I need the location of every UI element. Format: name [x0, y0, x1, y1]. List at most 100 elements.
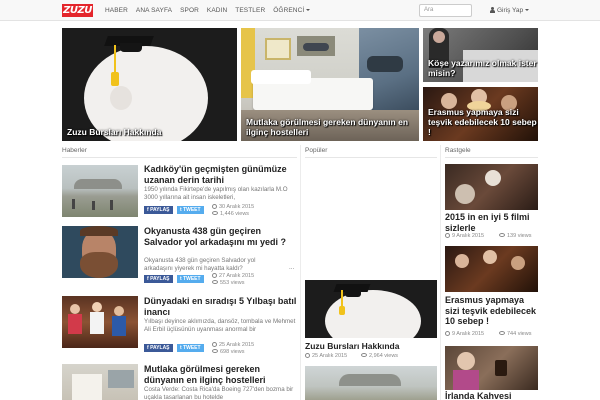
nav-item-kadin[interactable]: KADIN	[203, 0, 231, 21]
caret-down-icon	[525, 9, 530, 12]
clock-icon	[212, 342, 217, 347]
nav-item-ogrenci-label: ÖĞRENCİ	[273, 7, 305, 14]
column-separator	[300, 145, 301, 400]
news-date-label: 27 Aralık 2015	[219, 273, 255, 279]
hero-card-hostelleri[interactable]: Mutlaka görülmesi gereken dünyanın en il…	[241, 28, 419, 141]
facebook-share-button[interactable]: f PAYLAŞ	[144, 344, 173, 352]
popular-item[interactable]: Zuzu Bursları Hakkında 25 Aralık 2015 2,…	[305, 280, 437, 362]
divider	[445, 157, 538, 158]
random-date-label: 9 Aralık 2015	[452, 233, 485, 239]
random-item[interactable]: Erasmus yapmaya sizi teşvik edebilecek 1…	[445, 246, 538, 342]
column-separator	[440, 145, 441, 400]
random-views-label: 744 views	[507, 331, 532, 337]
clock-icon	[305, 353, 310, 358]
twitter-share-label: TWEET	[183, 207, 201, 213]
random-views-label: 139 views	[507, 233, 532, 239]
news-title[interactable]: Okyanusta 438 gün geçiren Salvador yol a…	[144, 226, 297, 247]
twitter-share-button[interactable]: t TWEET	[177, 206, 204, 214]
nav-item-spor[interactable]: SPOR	[176, 0, 203, 21]
random-title[interactable]: 2015 in en iyi 5 filmi sizlerle	[445, 212, 538, 233]
facebook-share-label: PAYLAŞ	[150, 345, 170, 351]
column-title-haberler: Haberler	[62, 147, 87, 154]
news-views-label: 553 views	[220, 280, 245, 286]
news-title[interactable]: Kadıköy'ün geçmişten günümüze uzanan der…	[144, 164, 297, 185]
random-title[interactable]: Erasmus yapmaya sizi teşvik edebilecek 1…	[445, 295, 538, 327]
eye-icon	[212, 211, 218, 215]
random-date-label: 9 Aralık 2015	[452, 331, 485, 337]
site-logo[interactable]: ZUZU	[62, 4, 93, 17]
column-title-rastgele: Rastgele	[445, 147, 471, 154]
news-views: 698 views	[212, 349, 244, 356]
hero-card-kose-yazarimiz[interactable]: Köşe yazarımız olmak ister misin?	[423, 28, 538, 82]
hero-image-piggy-bank	[62, 28, 237, 141]
news-thumbnail[interactable]	[62, 165, 138, 217]
news-title[interactable]: Mutlaka görülmesi gereken dünyanın en il…	[144, 364, 297, 385]
news-item[interactable]: Mutlaka görülmesi gereken dünyanın en il…	[62, 364, 297, 400]
news-views-label: 698 views	[220, 349, 245, 355]
news-date: 25 Aralık 2015	[212, 342, 254, 349]
news-date: 27 Aralık 2015	[212, 273, 254, 280]
twitter-share-button[interactable]: t TWEET	[177, 344, 204, 352]
news-item[interactable]: Kadıköy'ün geçmişten günümüze uzanan der…	[62, 164, 297, 222]
random-thumbnail[interactable]	[445, 164, 538, 210]
news-date: 30 Aralık 2015	[212, 204, 254, 211]
nav-item-ana-sayfa[interactable]: ANA SAYFA	[132, 0, 176, 21]
random-item[interactable]: İrlanda Kahvesi	[445, 346, 538, 400]
divider	[62, 157, 297, 158]
news-item[interactable]: Dünyadaki en sıradışı 5 Yılbaşı batıl in…	[62, 296, 297, 360]
login-label: Giriş Yap	[497, 7, 524, 14]
eye-icon	[212, 280, 218, 284]
clock-icon	[212, 273, 217, 278]
clock-icon	[212, 204, 217, 209]
popular-date-label: 25 Aralık 2015	[312, 353, 348, 359]
news-date-label: 30 Aralık 2015	[219, 204, 255, 210]
popular-title[interactable]: Zuzu Bursları Hakkında	[305, 341, 437, 351]
random-thumbnail[interactable]	[445, 346, 538, 390]
hero-caption: Mutlaka görülmesi gereken dünyanın en il…	[246, 117, 409, 137]
facebook-share-button[interactable]: f PAYLAŞ	[144, 275, 173, 283]
popular-views: 2,964 views	[361, 353, 398, 360]
news-thumbnail[interactable]	[62, 226, 138, 278]
hero-caption: Zuzu Bursları Hakkında	[67, 127, 162, 137]
random-views: 744 views	[499, 331, 531, 338]
news-excerpt: 1950 yılında Fikirtepe'de yapılmış olan …	[144, 186, 288, 201]
twitter-share-button[interactable]: t TWEET	[177, 275, 204, 283]
login-button[interactable]: Giriş Yap	[490, 0, 530, 21]
news-thumbnail[interactable]	[62, 364, 138, 400]
facebook-share-button[interactable]: f PAYLAŞ	[144, 206, 173, 214]
news-excerpt: Okyanusta 438 gün geçiren Salvador yol a…	[144, 257, 256, 272]
nav-item-testler[interactable]: TESTLER	[231, 0, 269, 21]
news-title[interactable]: Dünyadaki en sıradışı 5 Yılbaşı batıl in…	[144, 296, 297, 317]
nav-item-ogrenci[interactable]: ÖĞRENCİ	[269, 0, 314, 21]
clock-icon	[445, 233, 450, 238]
random-date: 9 Aralık 2015	[445, 331, 484, 338]
clock-icon	[445, 331, 450, 336]
hero-card-erasmus[interactable]: Erasmus yapmaya sizi teşvik edebilecek 1…	[423, 87, 538, 141]
news-thumbnail[interactable]	[62, 296, 138, 348]
popular-thumbnail[interactable]	[305, 280, 437, 338]
nav-item-haber[interactable]: HABER	[101, 0, 132, 21]
news-views-label: 1,446 views	[220, 211, 250, 217]
random-thumbnail[interactable]	[445, 246, 538, 292]
random-item[interactable]: 2015 in en iyi 5 filmi sizlerle 9 Aralık…	[445, 164, 538, 244]
top-navbar: ZUZU HABER ANA SAYFA SPOR KADIN TESTLER …	[0, 0, 600, 21]
random-date: 9 Aralık 2015	[445, 233, 484, 240]
news-excerpt: Yılbaşı deyince aklımızda, dansöz, tomba…	[144, 318, 296, 333]
divider	[305, 157, 437, 158]
column-title-populer: Popüler	[305, 147, 328, 154]
twitter-share-label: TWEET	[183, 276, 201, 282]
ellipsis: ...	[289, 264, 295, 271]
popular-thumbnail[interactable]	[305, 366, 437, 400]
news-views: 1,446 views	[212, 211, 249, 218]
popular-date: 25 Aralık 2015	[305, 353, 347, 360]
hero-card-zuzu-burslari[interactable]: Zuzu Bursları Hakkında	[62, 28, 237, 141]
news-item[interactable]: Okyanusta 438 gün geçiren Salvador yol a…	[62, 226, 297, 290]
eye-icon	[499, 331, 505, 335]
news-views: 553 views	[212, 280, 244, 287]
search-input[interactable]: Ara	[419, 4, 472, 17]
news-excerpt: Costa Verde: Costa Rica'da Boeing 727'de…	[144, 386, 294, 400]
random-title[interactable]: İrlanda Kahvesi	[445, 391, 538, 400]
eye-icon	[499, 233, 505, 237]
main-nav: HABER ANA SAYFA SPOR KADIN TESTLER ÖĞREN…	[101, 0, 314, 21]
hero-caption: Köşe yazarımız olmak ister misin?	[428, 58, 537, 78]
